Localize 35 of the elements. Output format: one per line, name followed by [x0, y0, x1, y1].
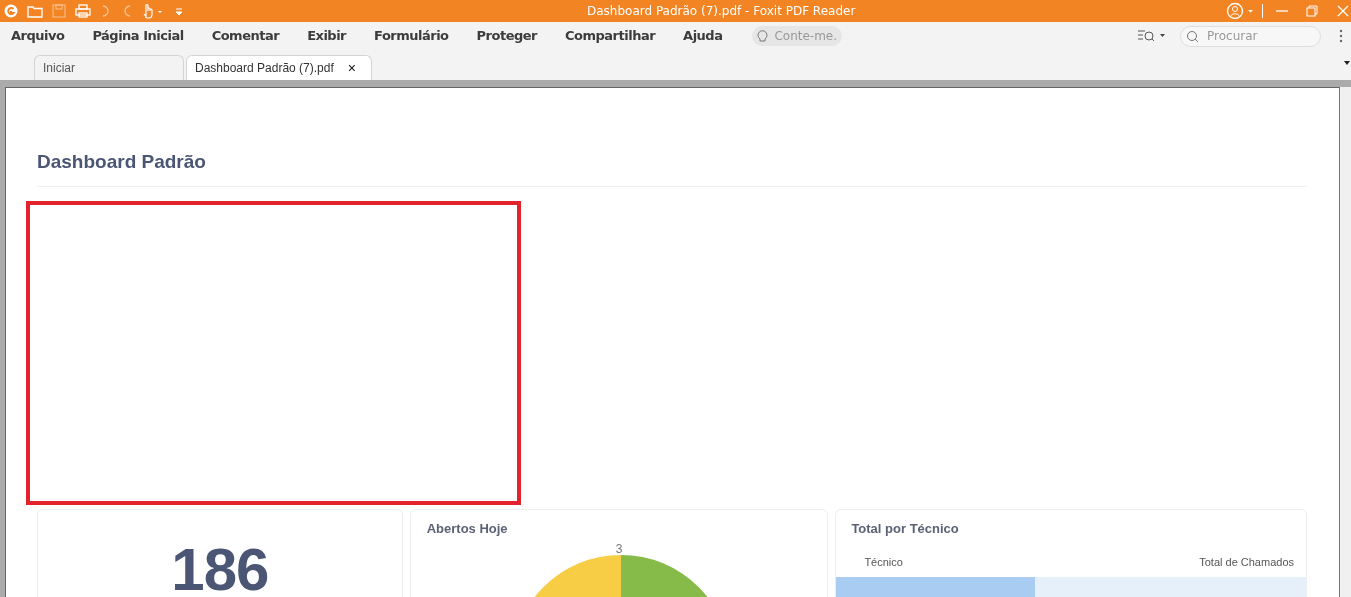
tab-list-icon[interactable]: [1344, 61, 1350, 65]
dashboard-title: Dashboard Padrão: [37, 150, 207, 174]
lightbulb-icon: [757, 29, 769, 43]
tab[interactable]: Dashboard Padrão (7).pdf ×: [186, 55, 372, 80]
undo-icon[interactable]: [100, 4, 112, 18]
column-header: Total de Chamados: [1199, 555, 1294, 570]
search-icon: [1186, 29, 1199, 43]
scrollbar[interactable]: [1339, 87, 1351, 597]
close-icon[interactable]: [1337, 5, 1349, 17]
tab[interactable]: Iniciar: [34, 55, 184, 80]
card-title: Total por Técnico: [851, 520, 959, 538]
menu-item[interactable]: Exibir: [307, 26, 347, 46]
menu-item[interactable]: Página Inicial: [92, 26, 184, 46]
app-logo-icon[interactable]: [4, 4, 18, 18]
tab-close-button[interactable]: ×: [347, 57, 356, 79]
save-icon[interactable]: [52, 4, 66, 18]
folder-icon[interactable]: [27, 4, 43, 18]
column-header: Técnico: [864, 555, 903, 570]
menu-item[interactable]: Comentar: [211, 26, 280, 46]
customize-icon[interactable]: [175, 6, 183, 16]
pie-value-label: 3: [615, 541, 623, 558]
card-title: Abertos Hoje: [426, 520, 508, 538]
window-title: Dashboard Padrão (7).pdf - Foxit PDF Reader: [587, 3, 856, 20]
menu-item[interactable]: Compartilhar: [565, 26, 656, 46]
find-options-icon[interactable]: [1138, 29, 1166, 43]
more-icon[interactable]: [1339, 29, 1343, 43]
menu-item[interactable]: Proteger: [476, 26, 537, 46]
print-icon[interactable]: [75, 4, 91, 18]
redo-icon[interactable]: [121, 4, 133, 18]
total-count: 186: [171, 540, 269, 597]
restore-icon[interactable]: [1306, 5, 1318, 17]
menu-item[interactable]: Formulário: [374, 26, 449, 46]
account-icon[interactable]: [1226, 2, 1256, 20]
menu-item[interactable]: Arquivo: [11, 26, 65, 46]
menu-item[interactable]: Ajuda: [683, 26, 723, 46]
